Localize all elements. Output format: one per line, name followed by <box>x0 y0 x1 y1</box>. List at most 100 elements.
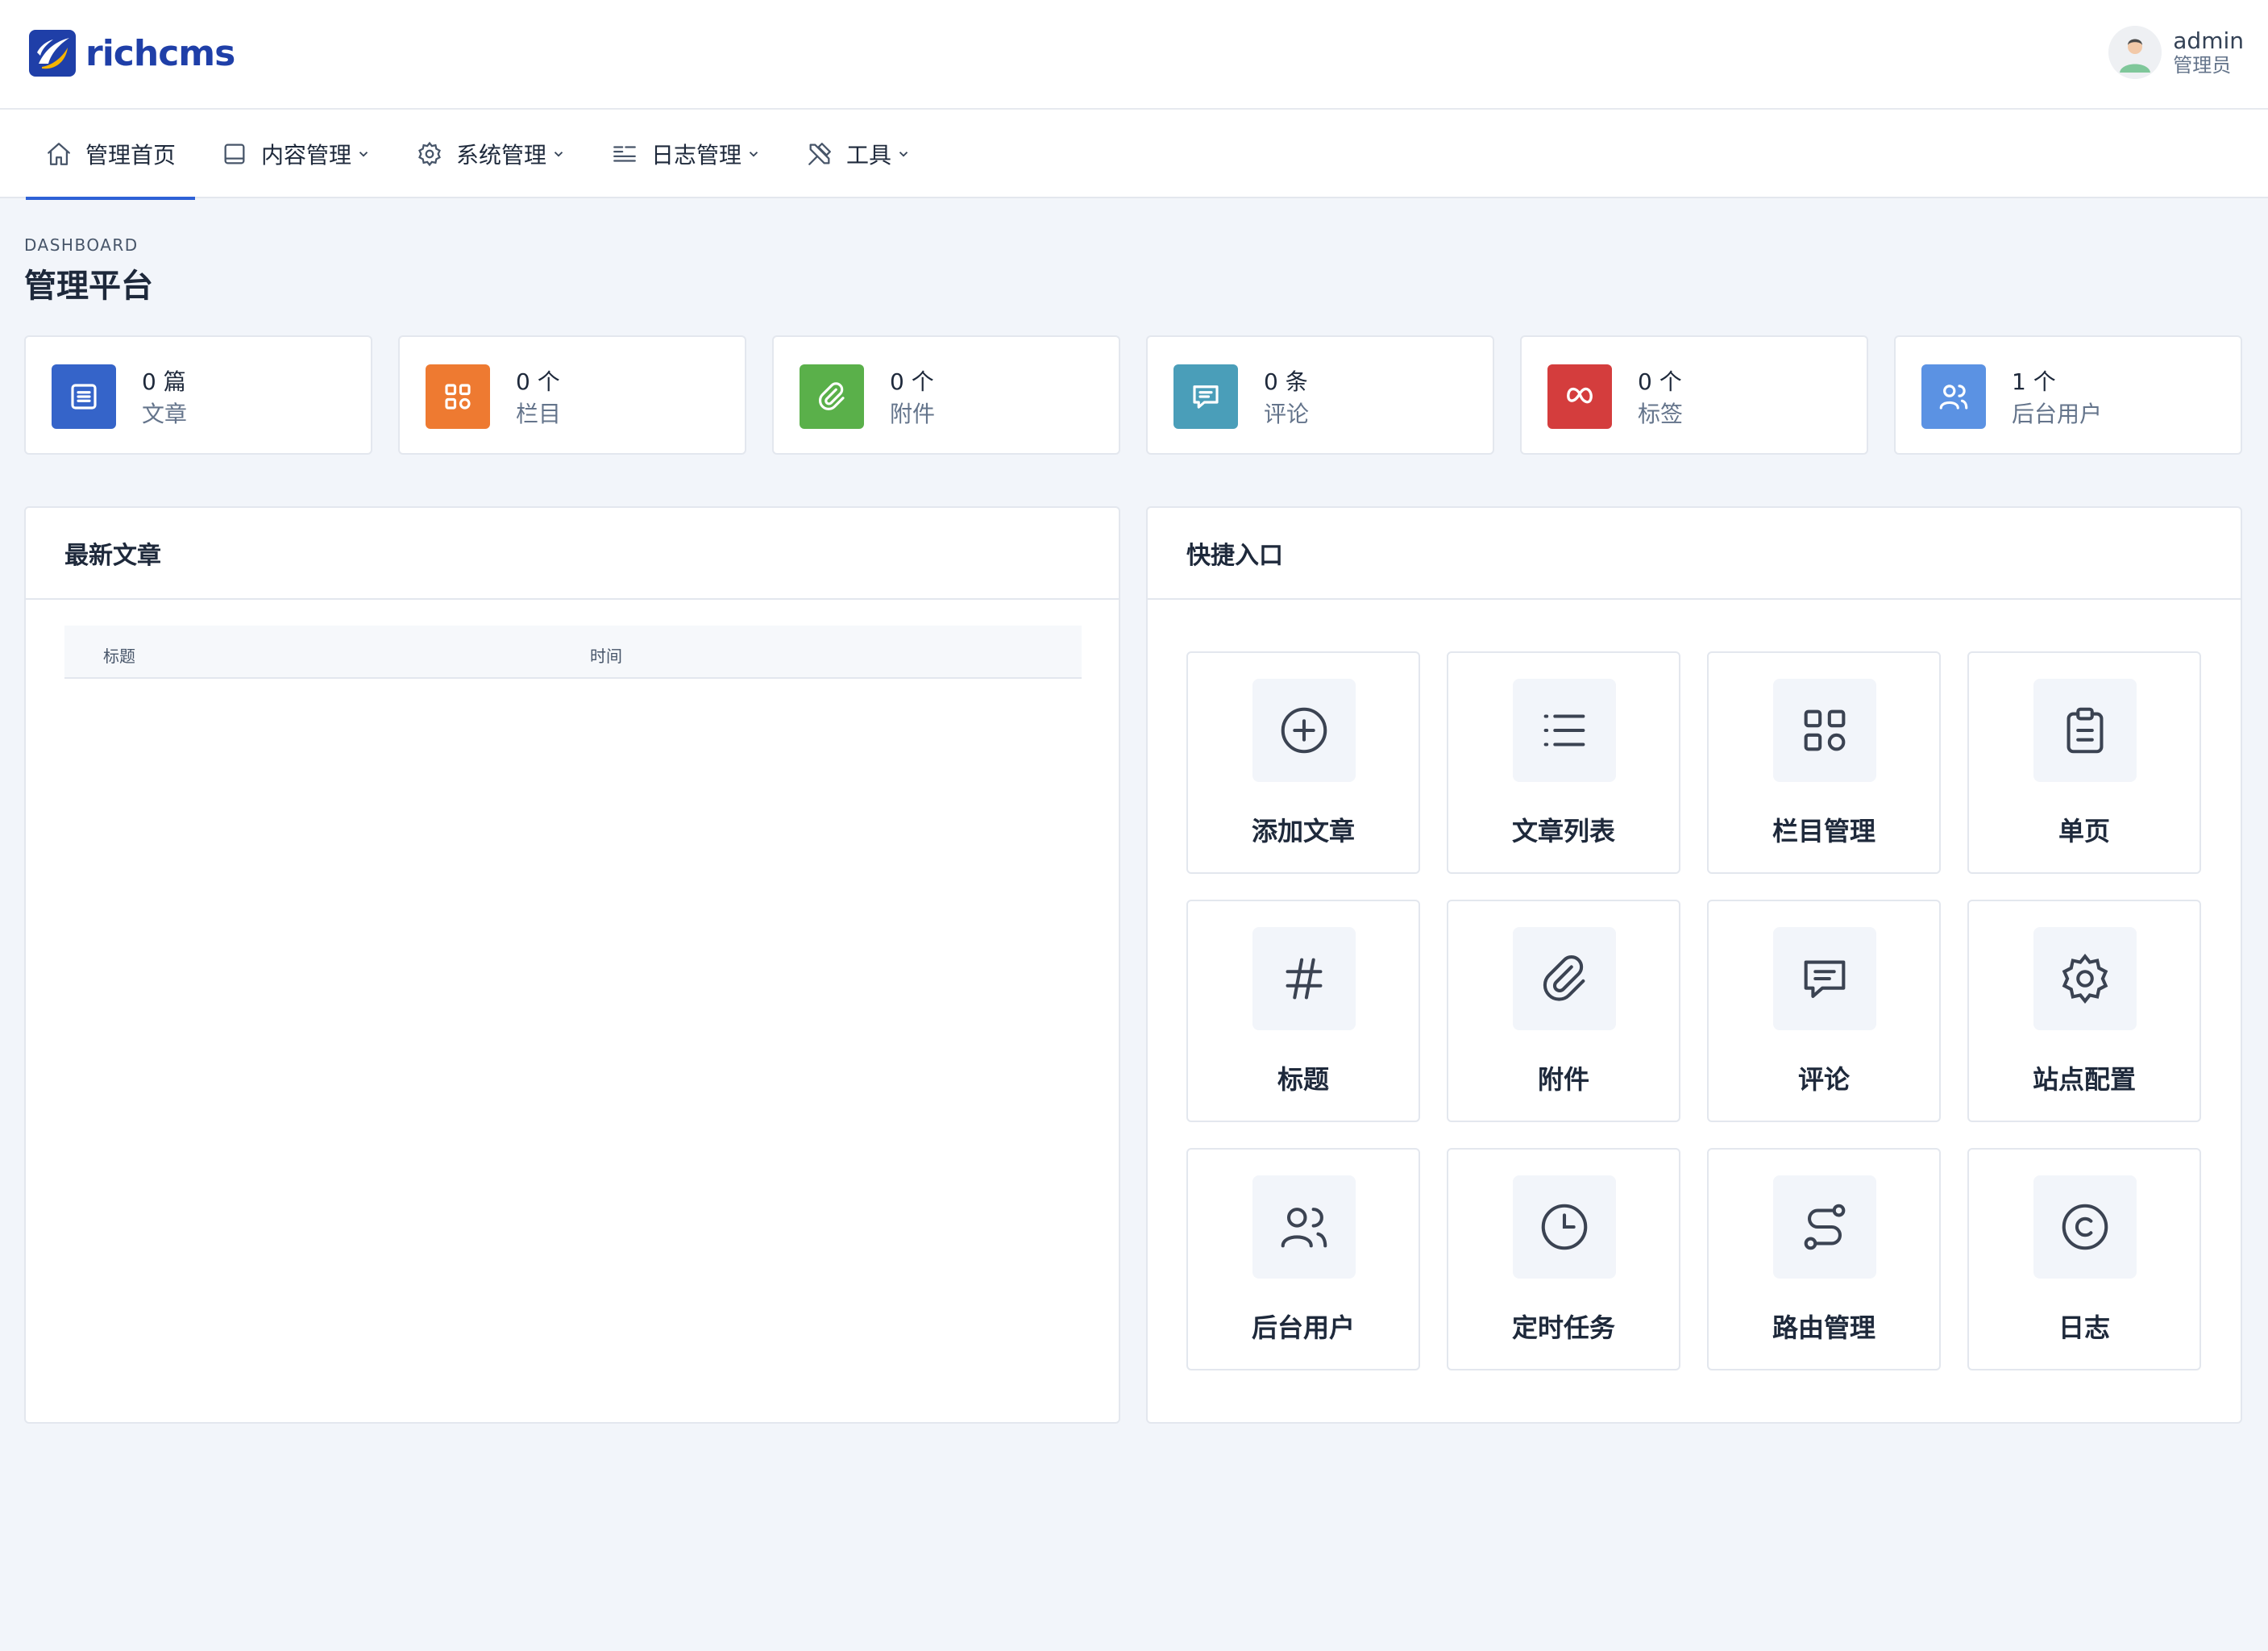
tile-icon-box <box>1252 927 1356 1030</box>
clock-icon <box>1541 1204 1588 1250</box>
stat-icon-box <box>1547 364 1612 429</box>
log-lines-icon <box>613 146 636 162</box>
tile-icon-box <box>1773 679 1876 782</box>
page-title: 管理平台 <box>24 268 153 305</box>
nav-item-tools[interactable]: 工具 <box>806 110 911 198</box>
tile-icon-box <box>1513 679 1616 782</box>
stat-label: 栏目 <box>516 401 562 427</box>
gear-icon <box>418 141 441 167</box>
comment-icon <box>1804 960 1846 998</box>
quick-tile-comments[interactable]: 评论 <box>1707 900 1941 1122</box>
meta-icon <box>1567 387 1593 404</box>
tile-icon-box <box>2033 679 2137 782</box>
stat-card-tags[interactable]: 0 个 标签 <box>1520 335 1868 455</box>
column-header-time[interactable]: 时间 <box>590 643 622 667</box>
nav-item-label: 系统管理 <box>456 142 547 168</box>
quick-entry-panel: 快捷入口 添加文章 文章列表 栏目管理 单页 标题 附件 评论 站点配置 后台用… <box>1146 506 2242 1424</box>
nav-item-label: 管理首页 <box>85 142 177 168</box>
latest-articles-panel: 最新文章 标题 时间 <box>24 506 1120 1424</box>
tile-label: 栏目管理 <box>1772 816 1875 846</box>
logo-mark-icon <box>29 30 76 77</box>
stat-card-articles[interactable]: 0 篇 文章 <box>24 335 372 455</box>
tile-label: 文章列表 <box>1511 816 1615 846</box>
stat-count: 1 个 <box>2012 368 2056 395</box>
main-nav: 管理首页 内容管理 系统管理 日志管理 工具 <box>0 110 2268 200</box>
quick-tile-add-article[interactable]: 添加文章 <box>1186 651 1420 874</box>
tile-icon-box <box>2033 1175 2137 1279</box>
tile-icon-box <box>1513 1175 1616 1279</box>
quick-tile-titles[interactable]: 标题 <box>1186 900 1420 1122</box>
table-header: 标题 时间 <box>64 626 1082 679</box>
paperclip-icon <box>1543 955 1585 1001</box>
stat-icon-box <box>1921 364 1986 429</box>
quick-tile-admin-users[interactable]: 后台用户 <box>1186 1148 1420 1370</box>
grid-icon <box>1804 709 1846 751</box>
stat-label: 附件 <box>890 401 936 427</box>
stat-icon-box <box>800 364 864 429</box>
tile-label: 附件 <box>1537 1064 1589 1095</box>
stat-label: 评论 <box>1264 401 1310 427</box>
column-header-title[interactable]: 标题 <box>103 643 135 667</box>
quick-tile-category-manage[interactable]: 栏目管理 <box>1707 651 1941 874</box>
stat-count: 0 篇 <box>142 368 186 395</box>
stat-label: 后台用户 <box>2012 401 2103 427</box>
quick-tile-site-config[interactable]: 站点配置 <box>1967 900 2201 1122</box>
copyright-icon <box>2062 1204 2108 1250</box>
stat-card-admin-users[interactable]: 1 个 后台用户 <box>1894 335 2242 455</box>
hash-icon <box>1286 958 1323 1000</box>
tile-icon-box <box>1513 927 1616 1030</box>
quick-tile-single-page[interactable]: 单页 <box>1967 651 2201 874</box>
route-icon <box>1804 1204 1846 1250</box>
tile-label: 后台用户 <box>1251 1312 1355 1343</box>
chevron-down-icon <box>899 152 908 157</box>
clipboard-icon <box>2067 707 2104 754</box>
page-pretitle: DASHBOARD <box>24 235 139 255</box>
tools-icon <box>808 143 831 165</box>
nav-item-system[interactable]: 系统管理 <box>416 110 566 198</box>
user-name: admin <box>2173 27 2244 54</box>
stat-card-attachments[interactable]: 0 个 附件 <box>772 335 1120 455</box>
tile-icon-box <box>1773 1175 1876 1279</box>
layout-icon <box>224 143 245 164</box>
tile-icon-box <box>1252 679 1356 782</box>
stat-card-categories[interactable]: 0 个 栏目 <box>398 335 746 455</box>
nav-item-label: 日志管理 <box>651 142 742 168</box>
quick-tile-route-manage[interactable]: 路由管理 <box>1707 1148 1941 1370</box>
avatar[interactable] <box>2108 26 2162 79</box>
user-menu[interactable]: admin 管理员 <box>2108 26 2244 79</box>
tile-label: 定时任务 <box>1511 1312 1615 1343</box>
nav-item-label: 工具 <box>846 142 892 168</box>
panel-title: 最新文章 <box>26 508 1119 600</box>
tile-icon-box <box>1252 1175 1356 1279</box>
nav-item-logs[interactable]: 日志管理 <box>611 110 761 198</box>
quick-tile-scheduled-tasks[interactable]: 定时任务 <box>1447 1148 1680 1370</box>
user-info: admin 管理员 <box>2173 27 2244 77</box>
quick-tile-attachments[interactable]: 附件 <box>1447 900 1680 1122</box>
tile-icon-box <box>2033 927 2137 1030</box>
stat-card-comments[interactable]: 0 条 评论 <box>1146 335 1494 455</box>
brand-logo[interactable]: richcms <box>27 27 235 79</box>
stat-count: 0 个 <box>890 368 934 395</box>
brand-name: richcms <box>85 32 235 74</box>
chevron-down-icon <box>554 152 563 157</box>
paperclip-icon <box>818 382 845 410</box>
user-role: 管理员 <box>2173 54 2232 77</box>
grid-icon <box>445 384 471 410</box>
users-icon <box>1939 385 1968 410</box>
tile-label: 添加文章 <box>1251 816 1355 846</box>
home-icon <box>48 143 70 165</box>
stat-icon-box <box>1173 364 1238 429</box>
quick-tile-logs[interactable]: 日志 <box>1967 1148 2201 1370</box>
quick-tile-article-list[interactable]: 文章列表 <box>1447 651 1680 874</box>
nav-item-home[interactable]: 管理首页 <box>25 110 196 200</box>
top-header: richcms admin 管理员 <box>0 0 2268 110</box>
stat-label: 文章 <box>142 401 188 427</box>
stat-count: 0 个 <box>516 368 560 395</box>
tile-label: 日志 <box>2058 1312 2110 1343</box>
tile-label: 标题 <box>1277 1064 1329 1095</box>
plus-circle-icon <box>1281 707 1327 754</box>
tile-label: 站点配置 <box>2032 1064 2136 1095</box>
nav-item-content[interactable]: 内容管理 <box>221 110 371 198</box>
chevron-down-icon <box>359 152 368 157</box>
stat-icon-box <box>52 364 116 429</box>
